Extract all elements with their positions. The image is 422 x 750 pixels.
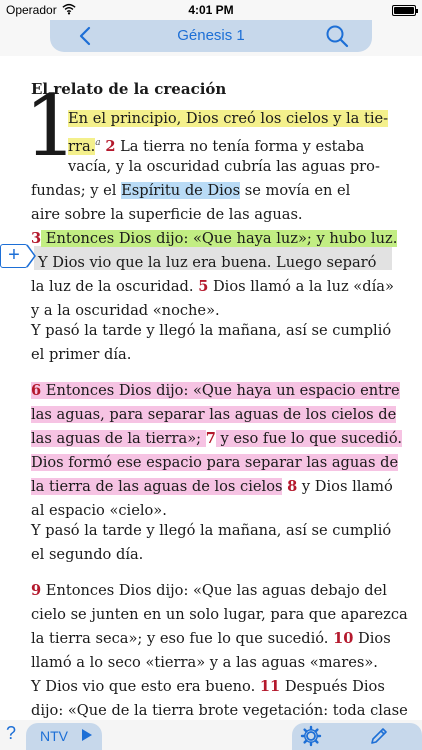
verse-number: 7 <box>205 430 216 447</box>
bottom-toolbar: ? NTV <box>0 720 422 750</box>
verse-line: rra.a 2 La tierra no tenía forma y estab… <box>68 131 364 155</box>
verse-text: cielo se junten en un solo lugar, para q… <box>31 606 408 623</box>
verse-text: En el principio, Dios creó los cielos y … <box>68 110 389 127</box>
verse-text: Y pasó la tarde y llegó la mañana, así s… <box>31 522 392 539</box>
verse-text: aire sobre la superficie de las aguas. <box>31 206 303 223</box>
verse-text: el segundo día. <box>31 546 144 563</box>
verse-text: dijo: «Que de la tierra brote vegetación… <box>31 702 408 719</box>
verse-line: Y pasó la tarde y llegó la mañana, así s… <box>31 319 391 343</box>
verse-text: y eso fue lo que sucedió. <box>215 430 402 447</box>
verse-text: Después Dios <box>280 678 385 695</box>
verse-text: la tierra de las aguas de los cielos <box>31 478 283 495</box>
verse-text: las aguas, para separar las aguas de los… <box>31 406 397 423</box>
battery-icon <box>392 5 418 16</box>
verse-number: 8 <box>287 478 298 495</box>
verse-line: las aguas de la tierra»; 7 y eso fue lo … <box>31 427 402 451</box>
verse-line: la luz de la oscuridad. 5 Dios llamó a l… <box>31 275 394 299</box>
selection-arrow-icon <box>26 244 36 268</box>
verse-line: En el principio, Dios creó los cielos y … <box>68 107 389 131</box>
verse-text: al espacio «cielo». <box>31 502 167 519</box>
verse-text: Entonces Dios dijo: «Que haya luz»; y hu… <box>41 230 398 247</box>
verse-line: aire sobre la superficie de las aguas. <box>31 203 303 227</box>
verse-text: vacía, y la oscuridad cubría las aguas p… <box>68 158 380 175</box>
verse-line: 3 Entonces Dios dijo: «Que haya luz»; y … <box>31 227 398 251</box>
bible-text[interactable]: El relato de la creación 1 En el princip… <box>0 56 422 720</box>
nav-bar: Génesis 1 <box>0 20 422 56</box>
verse-number: 6 <box>31 382 42 399</box>
verse-text: la luz de la oscuridad. <box>31 278 199 295</box>
verse-line: la tierra de las aguas de los cielos 8 y… <box>31 475 393 499</box>
verse-text: y a la oscuridad «noche». <box>31 302 220 319</box>
verse-text: Y Dios vio que esto era bueno. <box>31 678 260 695</box>
chapter-title[interactable]: Génesis 1 <box>110 27 312 44</box>
verse-line: el primer día. <box>31 343 131 367</box>
search-icon[interactable] <box>324 23 350 49</box>
verse-line: dijo: «Que de la tierra brote vegetación… <box>31 699 408 720</box>
verse-text: Dios llamó a la luz «día» <box>208 278 394 295</box>
add-note-button[interactable]: + <box>0 244 28 268</box>
back-chevron-icon[interactable] <box>74 24 98 48</box>
verse-line: fundas; y el Espíritu de Dios se movía e… <box>31 179 350 203</box>
verse-line: 6 Entonces Dios dijo: «Que haya un espac… <box>31 379 400 403</box>
play-icon[interactable] <box>82 729 92 741</box>
verse-text: Dios formó ese espacio para separar las … <box>31 454 399 471</box>
verse-text: Y Dios vio que la luz era buena. Luego s… <box>38 254 377 271</box>
verse-line: cielo se junten en un solo lugar, para q… <box>31 603 408 627</box>
pencil-icon[interactable] <box>368 725 390 747</box>
verse-line: la tierra seca»; y eso fue lo que sucedi… <box>31 627 391 651</box>
verse-line: Y Dios vio que esto era bueno. 11 Despué… <box>31 675 385 699</box>
clock: 4:01 PM <box>188 3 234 17</box>
verse-number: 9 <box>31 582 42 599</box>
verse-text: se movía en el <box>240 182 351 199</box>
verse-text: la tierra seca»; y eso fue lo que sucedi… <box>31 630 334 647</box>
gear-icon[interactable] <box>300 725 322 747</box>
verse-line: llamó a lo seco «tierra» y a las aguas «… <box>31 651 378 675</box>
verse-line: Dios formó ese espacio para separar las … <box>31 451 399 475</box>
verse-text: fundas; y el <box>31 182 122 199</box>
verse-line: vacía, y la oscuridad cubría las aguas p… <box>68 155 380 179</box>
verse-line: Y Dios vio que la luz era buena. Luego s… <box>38 251 376 275</box>
verse-line: las aguas, para separar las aguas de los… <box>31 403 397 427</box>
help-button[interactable]: ? <box>6 723 16 744</box>
status-bar: Operador 4:01 PM <box>0 0 422 20</box>
verse-text: Dios <box>353 630 391 647</box>
verse-text: Entonces Dios dijo: «Que haya un espacio… <box>41 382 400 399</box>
verse-text: las aguas de la tierra»; <box>31 430 206 447</box>
verse-line: Y pasó la tarde y llegó la mañana, así s… <box>31 519 391 543</box>
verse-line: 9 Entonces Dios dijo: «Que las aguas deb… <box>31 579 387 603</box>
verse-text: y Dios llamó <box>297 478 393 495</box>
verse-number: 2 <box>105 137 116 155</box>
verse-text: el primer día. <box>31 346 132 363</box>
verse-line: el segundo día. <box>31 543 143 567</box>
version-label[interactable]: NTV <box>40 728 68 744</box>
verse-text: Y pasó la tarde y llegó la mañana, así s… <box>31 322 392 339</box>
verse-text: rra. <box>68 137 96 155</box>
verse-number: 10 <box>333 630 354 647</box>
verse-text: llamó a lo seco «tierra» y a las aguas «… <box>31 654 378 671</box>
verse-text: Espíritu de Dios <box>121 182 241 199</box>
verse-text: La tierra no tenía forma y estaba <box>115 137 365 155</box>
verse-text: Entonces Dios dijo: «Que las aguas debaj… <box>41 582 387 599</box>
verse-number: 5 <box>198 278 209 295</box>
verse-number: 11 <box>259 678 281 695</box>
footnote-marker[interactable]: a <box>95 138 100 148</box>
